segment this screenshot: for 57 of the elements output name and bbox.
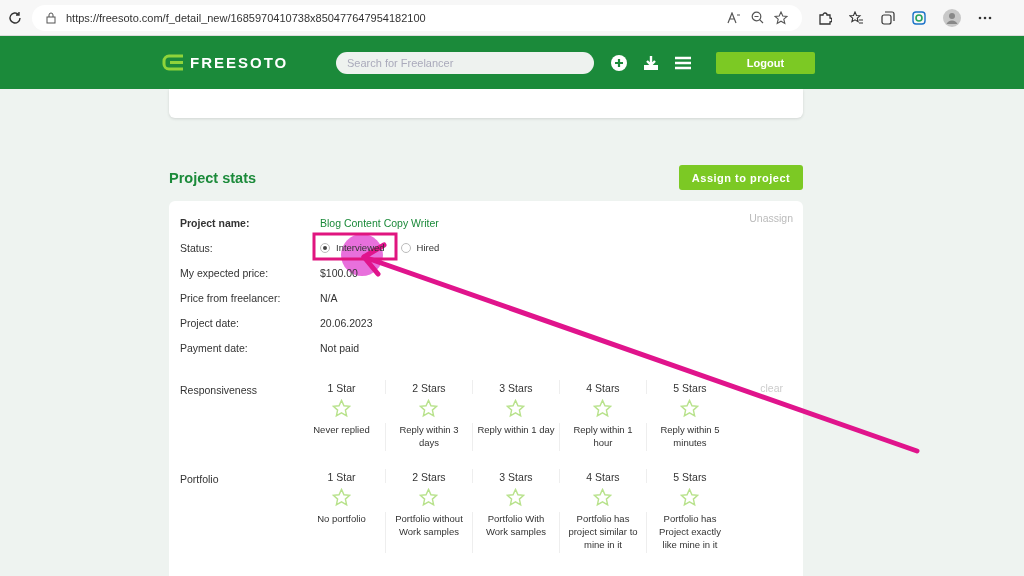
star-option-caption: Reply within 1 hour: [559, 423, 646, 451]
star-option-title: 2 Stars: [385, 469, 472, 483]
puzzle-icon[interactable]: [818, 10, 832, 25]
field-value: Not paid: [320, 341, 360, 354]
logo-text: FREESOTO: [190, 54, 289, 71]
unassign-link[interactable]: Unassign: [749, 212, 793, 224]
browser-essentials-icon[interactable]: [912, 10, 926, 25]
star-option-title: 4 Stars: [559, 469, 646, 483]
star-option-caption: Portfolio without Work samples: [385, 512, 472, 553]
field-value: $100.00: [320, 266, 358, 279]
field-label: Project name:: [180, 216, 251, 229]
logout-button[interactable]: Logout: [716, 51, 815, 74]
star-icon[interactable]: [774, 10, 788, 25]
favorites-icon[interactable]: [849, 10, 864, 25]
field-value: N/A: [320, 291, 338, 304]
star-option-title: 1 Star: [326, 381, 357, 394]
star-option-caption: Portfolio With Work samples: [472, 512, 559, 553]
more-icon[interactable]: [978, 15, 992, 20]
field-value: 20.06.2023: [320, 316, 373, 329]
field-label: Price from freelancer:: [180, 291, 282, 304]
menu-icon[interactable]: [675, 55, 691, 70]
download-icon[interactable]: [643, 54, 659, 71]
star-option-title: 4 Stars: [559, 380, 646, 394]
star-option-caption: Reply within 3 days: [385, 423, 472, 451]
profile-avatar-icon[interactable]: [943, 8, 961, 27]
collections-icon[interactable]: [881, 10, 895, 25]
field-label: My expected price:: [180, 266, 270, 279]
star-option-caption: Portfolio has project similar to mine in it: [559, 512, 646, 553]
star-option-title: 3 Stars: [472, 380, 559, 394]
star-option-title: 2 Stars: [385, 380, 472, 394]
section-title: Project stats: [169, 169, 257, 186]
star-option-caption: Portfolio has Project exactly like mine in it: [646, 512, 733, 553]
star-option-caption: Reply within 5 minutes: [646, 423, 733, 451]
project-name-link[interactable]: Blog Content Copy Writer: [320, 216, 439, 229]
star-option-caption: Never replied: [312, 423, 371, 437]
star-option-caption: Reply within 1 day: [472, 423, 559, 451]
assign-to-project-button[interactable]: Assign to project: [679, 165, 803, 190]
star-option-title: 3 Stars: [472, 469, 559, 483]
lock-icon: [46, 11, 56, 24]
star-option-caption: No portfolio: [316, 512, 367, 526]
url-text: https://freesoto.com/f_detail_new/1685970410738x850477647954182100: [66, 11, 426, 24]
address-bar[interactable]: https://freesoto.com/f_detail_new/1685970410738x850477647954182100: [32, 4, 802, 31]
star-option-title: 5 Stars: [646, 380, 733, 394]
zoom-out-icon[interactable]: [751, 11, 764, 24]
field-label: Project date:: [180, 316, 240, 329]
star-option-title: 1 Star: [326, 470, 357, 483]
rating-label: Portfolio: [180, 472, 220, 487]
radio-label: Hired: [416, 242, 440, 253]
logo-icon: [162, 54, 184, 71]
rating-label: Responsiveness: [180, 383, 259, 398]
reload-icon[interactable]: [8, 10, 22, 25]
field-label: Status:: [180, 241, 214, 254]
search-field[interactable]: Search for Freelancer: [336, 51, 594, 74]
star-option-title: 5 Stars: [646, 469, 733, 483]
add-icon[interactable]: [611, 54, 627, 71]
field-label: Payment date:: [180, 341, 249, 354]
read-aloud-icon[interactable]: [727, 11, 741, 24]
